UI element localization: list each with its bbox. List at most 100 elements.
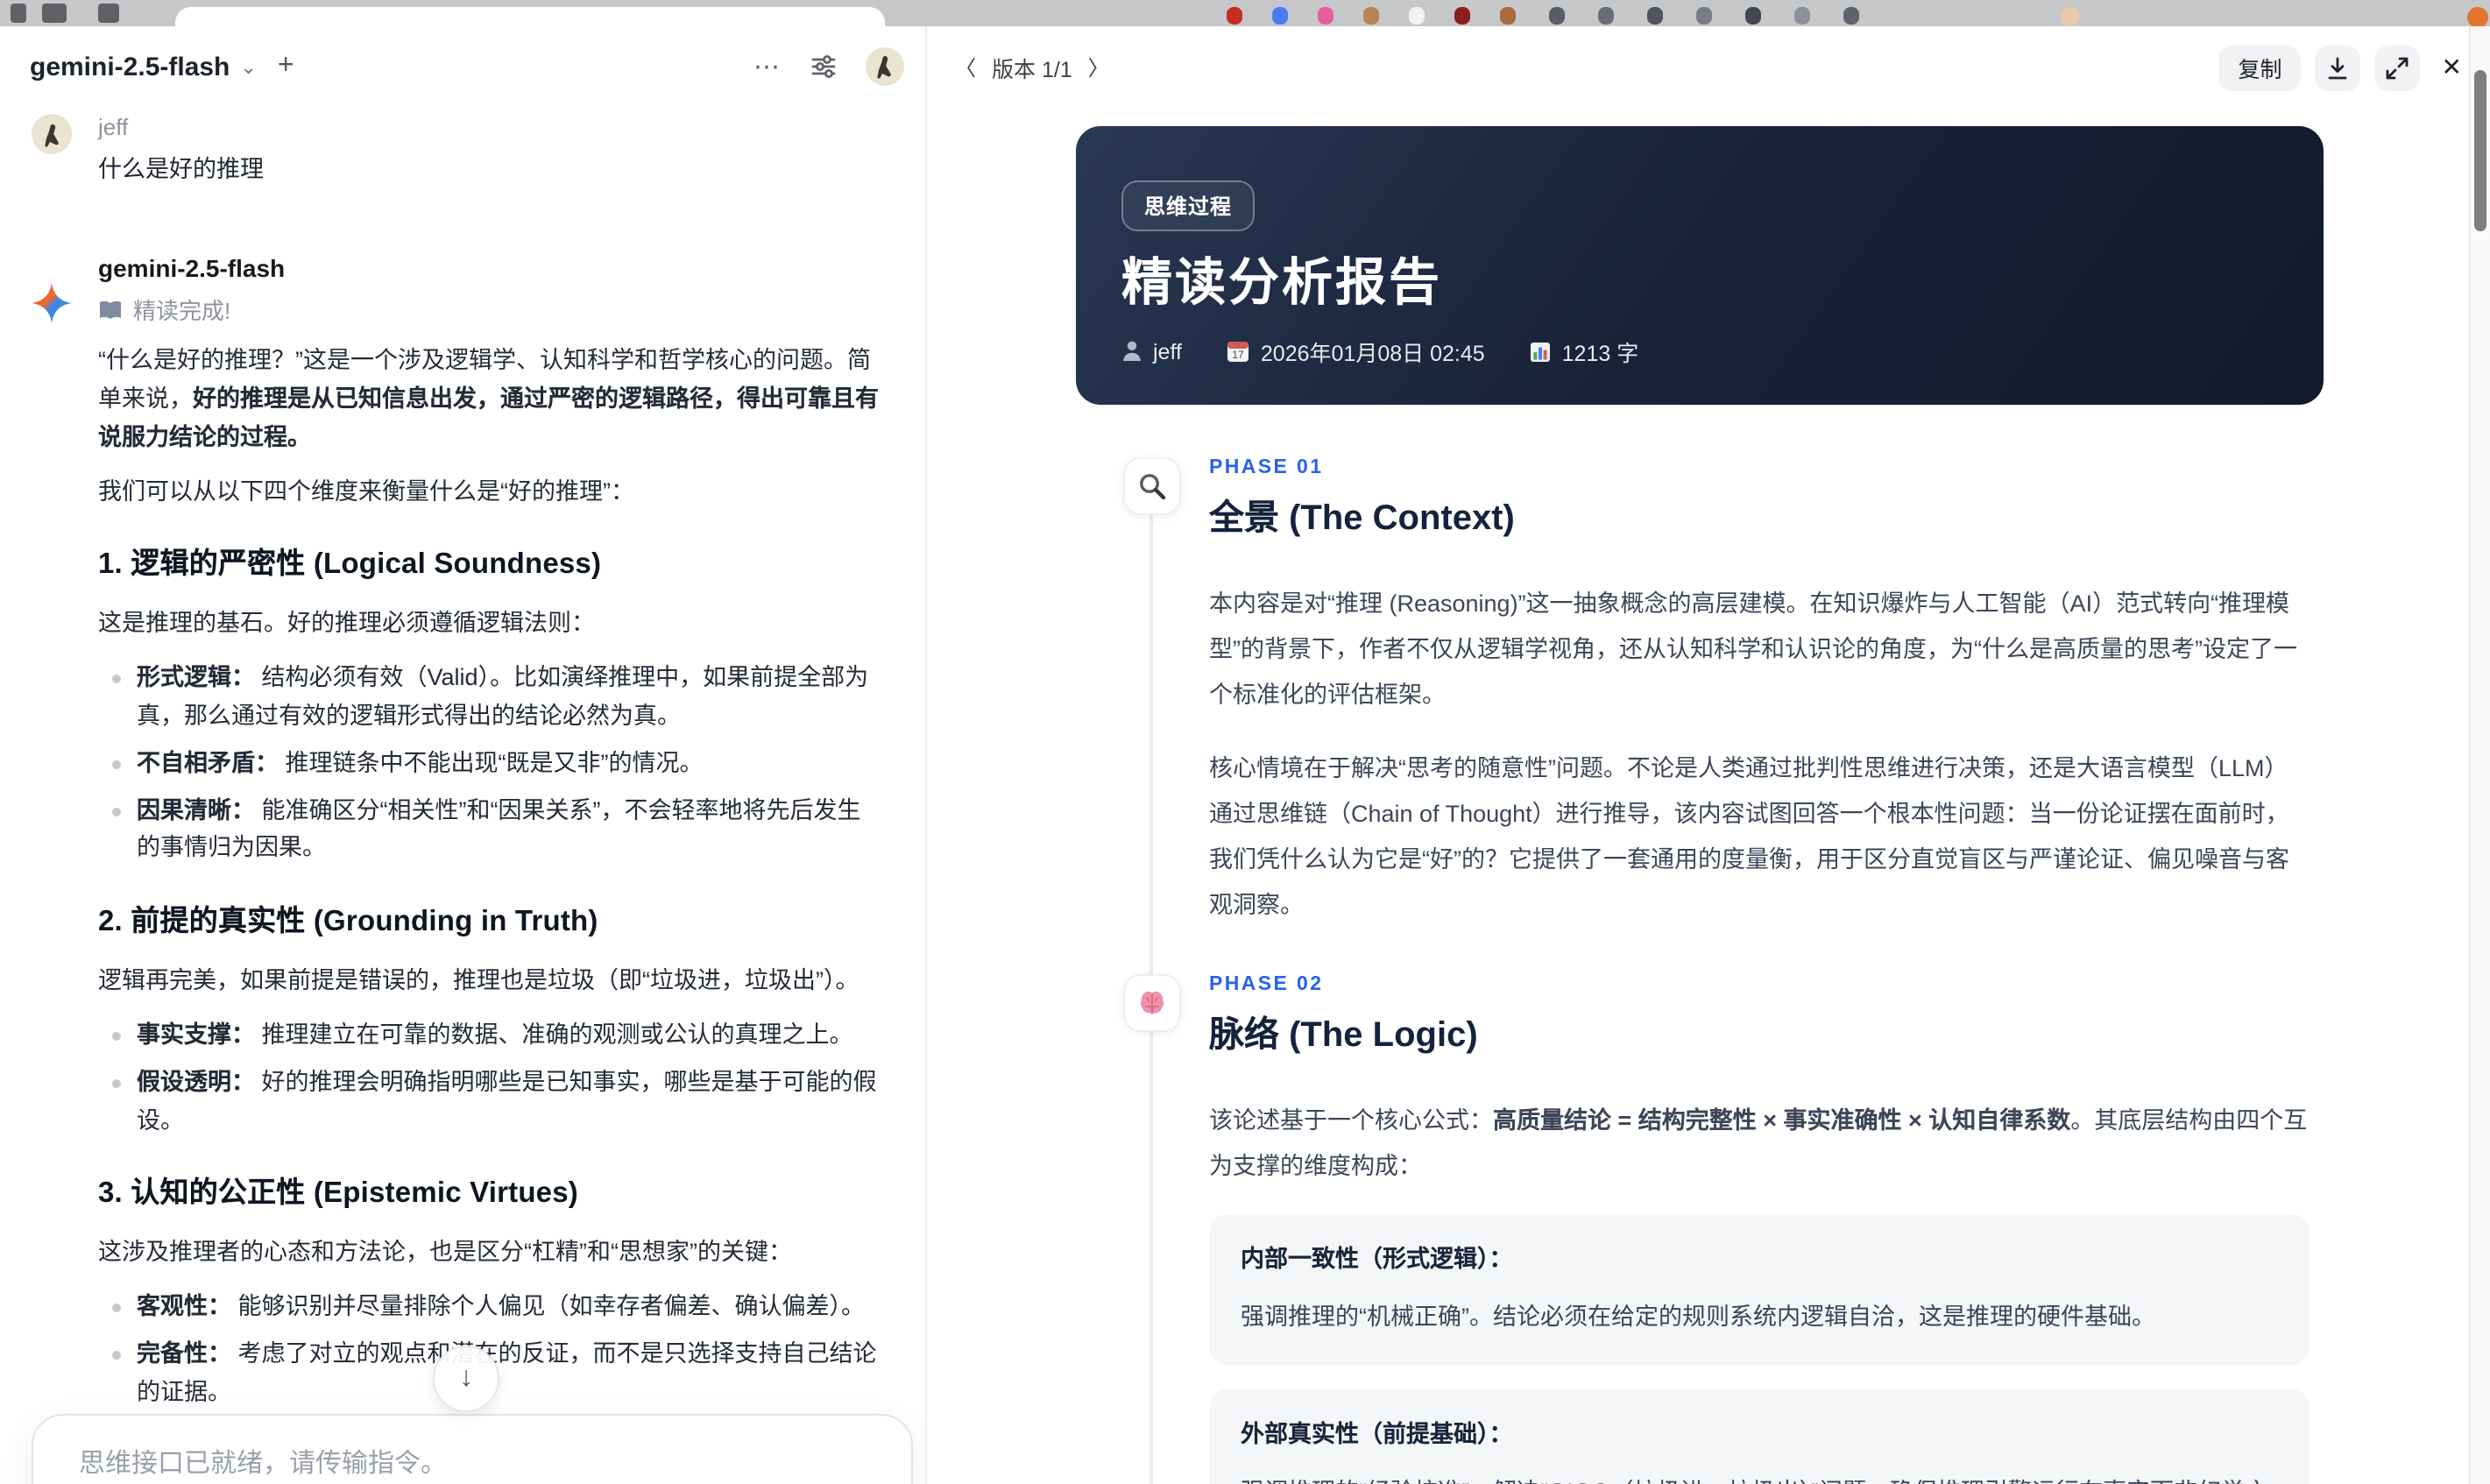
logic-card: 内部一致性（形式逻辑）： 强调推理的“机械正确”。结论必须在给定的规则系统内逻辑… [1209,1214,2310,1365]
settings-sliders-icon[interactable] [810,53,838,81]
user-name: jeff [98,114,129,140]
section-heading: 1. 逻辑的严密性 (Logical Soundness) [98,548,602,581]
version-next-button[interactable]: 〉 [1088,53,1109,82]
artifact-panel: 〈 版本 1/1 〉 复制 ✕ 思维过程 精读分析报告 jeff 17 2026… [925,26,2490,1484]
bullet-list: 形式逻辑： 结构必须有效（Valid）。比如演绎推理中，如果前提全部为真，那么通… [98,659,883,868]
browser-corner-icon[interactable] [2467,7,2488,26]
screen: gemini-2.5-flash ⌄ + ⋯ jeff 什么是好的推理 gemi… [0,0,2490,1484]
extension-icon[interactable] [1454,7,1470,25]
assistant-message: gemini-2.5-flash 精读完成! “什么是好的推理？”这是一个涉及逻… [0,254,925,1484]
phase-paragraph: 该论述基于一个核心公式：高质量结论 = 结构完整性 × 事实准确性 × 认知自律… [1209,1107,2308,1179]
chat-header: gemini-2.5-flash ⌄ + ⋯ [30,40,904,93]
extension-icon[interactable] [1318,7,1333,25]
assistant-status: 精读完成! [98,293,883,326]
download-button[interactable] [2315,45,2361,90]
app-window: gemini-2.5-flash ⌄ + ⋯ jeff 什么是好的推理 gemi… [0,26,2490,1484]
calendar-icon: 17 [1227,340,1250,363]
phase-title: 脉络 (The Logic) [1209,1016,1478,1055]
artifact-toolbar: 〈 版本 1/1 〉 复制 ✕ [955,44,2462,91]
report-author: jeff [1121,339,1182,364]
extension-icon[interactable] [1272,7,1288,25]
chat-panel: gemini-2.5-flash ⌄ + ⋯ jeff 什么是好的推理 gemi… [0,26,925,1484]
scrollbar-thumb[interactable] [2474,70,2486,231]
scrollbar[interactable] [2469,26,2490,1484]
extension-icon[interactable] [1598,7,1614,25]
phase-body: 本内容是对“推理 (Reasoning)”这一抽象概念的高层建模。在知识爆炸与人… [1209,582,2310,929]
report-badge: 思维过程 [1121,180,1256,231]
phase-body: 该论述基于一个核心公式：高质量结论 = 结构完整性 × 事实准确性 × 认知自律… [1209,1099,2310,1484]
close-artifact-button[interactable]: ✕ [2442,53,2462,82]
section-heading: 3. 认知的公正性 (Epistemic Virtues) [98,1177,578,1210]
section-heading: 2. 前提的真实性 (Grounding in Truth) [98,906,598,938]
expand-fullscreen-button[interactable] [2374,45,2421,90]
brain-icon [1123,974,1181,1032]
arrow-down-icon: ↓ [459,1363,473,1393]
copy-button[interactable]: 复制 [2218,45,2302,90]
phase-label: PHASE 01 [1209,457,1324,478]
report-date: 17 2026年01月08日 02:45 [1227,335,1485,368]
report-word-count: 1213 字 [1531,335,1638,368]
assistant-body: “什么是好的推理？”这是一个涉及逻辑学、认知科学和哲学核心的问题。简单来说，好的… [98,342,883,1484]
extension-icon[interactable] [1363,7,1379,25]
browser-menu-icon[interactable] [98,4,119,23]
phase-paragraph: 本内容是对“推理 (Reasoning)”这一抽象概念的高层建模。在知识爆炸与人… [1209,590,2297,708]
model-name: gemini-2.5-flash [30,52,230,81]
artifact-content[interactable]: 思维过程 精读分析报告 jeff 17 2026年01月08日 02:45 12… [927,100,2471,1484]
magnifier-icon [1123,457,1181,515]
phase-paragraph: 核心情境在于解决“思考的随意性”问题。不论是人类通过批判性思维进行决策，还是大语… [1209,755,2289,918]
bar-chart-icon [1531,341,1552,362]
phase-title: 全景 (The Context) [1209,499,1515,538]
book-icon [98,299,123,320]
version-label: 版本 1/1 [992,58,1072,82]
chevron-down-icon: ⌄ [240,57,257,78]
logic-card: 外部真实性（前提基础）： 强调推理的“经验校准”。解决“GIGO（垃圾进，垃圾出… [1209,1389,2310,1484]
extension-icon[interactable] [1500,7,1516,25]
user-message: jeff 什么是好的推理 [0,114,925,184]
extension-icon[interactable] [1409,7,1425,25]
version-navigator: 〈 版本 1/1 〉 [955,51,1109,84]
user-message-text: 什么是好的推理 [98,156,264,182]
extension-icon[interactable] [1794,7,1810,25]
list-item: 完备性： 考虑了对立的观点和潜在的反证，而不是只选择支持自己结论的证据。 [112,1335,883,1411]
browser-tab-grid-icon[interactable] [42,4,67,23]
svg-text:17: 17 [1233,349,1245,361]
new-chat-button[interactable]: + [278,52,294,81]
more-options-button[interactable]: ⋯ [753,51,782,82]
bullet-list: 事实支撑： 推理建立在可靠的数据、准确的观测或公认的真理之上。 假设透明： 好的… [98,1016,883,1140]
extension-icon[interactable] [1647,7,1663,25]
browser-topbar [0,0,2490,26]
extension-icon[interactable] [1843,7,1859,25]
composer-placeholder: 思维接口已就绪，请传输指令。 [79,1449,448,1479]
list-item: 假设透明： 好的推理会明确指明哪些是已知事实，哪些是基于可能的假设。 [112,1064,883,1140]
list-item: 事实支撑： 推理建立在可靠的数据、准确的观测或公认的真理之上。 [112,1016,883,1055]
person-icon [1121,340,1142,363]
phase-section-2: PHASE 02 脉络 (The Logic) 该论述基于一个核心公式：高质量结… [1123,974,2310,1484]
section-intro: 逻辑再完美，如果前提是错误的，推理也是垃圾（即“垃圾进，垃圾出”）。 [98,967,859,994]
user-avatar[interactable] [866,47,904,86]
browser-active-tab[interactable] [175,7,885,26]
section-intro: 这是推理的基石。好的推理必须遵循逻辑法则： [98,610,595,637]
assistant-name: gemini-2.5-flash [98,254,286,282]
chat-message-list[interactable]: jeff 什么是好的推理 gemini-2.5-flash 精读完成! “什么是… [0,96,925,1484]
extension-icon[interactable] [1745,7,1761,25]
message-composer[interactable]: 思维接口已就绪，请传输指令。 [32,1414,913,1484]
model-selector[interactable]: gemini-2.5-flash ⌄ [30,52,257,81]
scroll-to-bottom-button[interactable]: ↓ [433,1346,499,1412]
extension-icon[interactable] [1227,7,1242,25]
extension-icon[interactable] [1549,7,1565,25]
list-item: 不自相矛盾： 推理链条中不能出现“既是又非”的情况。 [112,744,883,782]
list-item: 形式逻辑： 结构必须有效（Valid）。比如演绎推理中，如果前提全部为真，那么通… [112,659,883,735]
report-title: 精读分析报告 [1121,256,1443,312]
browser-profile-avatar[interactable] [2061,7,2080,26]
lead-paragraph: 我们可以从以下四个维度来衡量什么是“好的推理”： [98,477,634,505]
extension-icon[interactable] [1696,7,1712,25]
report-meta: jeff 17 2026年01月08日 02:45 1213 字 [1121,335,1638,368]
intro-paragraph: “什么是好的推理？”这是一个涉及逻辑学、认知科学和哲学核心的问题。简单来说，好的… [98,347,879,450]
list-item: 因果清晰： 能准确区分“相关性”和“因果关系”，不会轻率地将先后发生的事情归为因… [112,791,883,867]
report-hero-card: 思维过程 精读分析报告 jeff 17 2026年01月08日 02:45 12… [1076,126,2324,405]
browser-back-icon[interactable] [11,4,26,23]
version-prev-button[interactable]: 〈 [955,53,976,82]
list-item: 客观性： 能够识别并尽量排除个人偏见（如幸存者偏差、确认偏差）。 [112,1288,883,1326]
phase-label: PHASE 02 [1209,974,1324,995]
phase-section-1: PHASE 01 全景 (The Context) 本内容是对“推理 (Reas… [1123,457,2310,929]
